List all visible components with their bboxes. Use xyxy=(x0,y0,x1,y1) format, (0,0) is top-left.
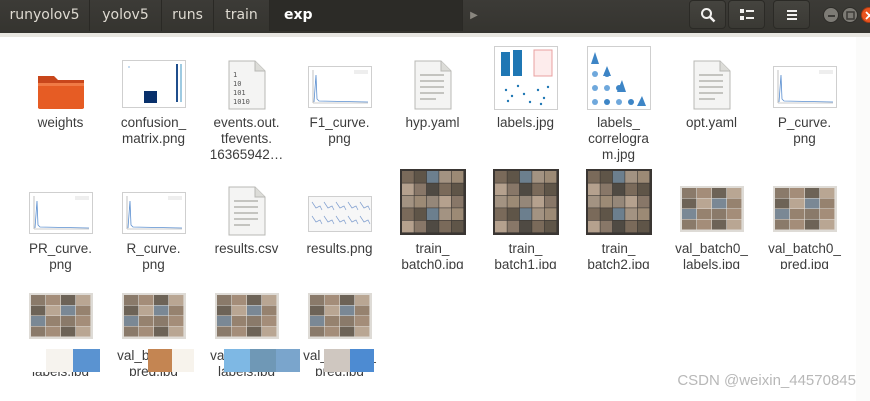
training-batch-thumbnail xyxy=(399,169,466,235)
file-name-label: val_batch0_ labels.jpg xyxy=(675,241,748,269)
validation-batch-thumbnail xyxy=(214,293,279,339)
file-name-label: labels_ correlogra m.jpg xyxy=(588,115,649,162)
minimize-button[interactable] xyxy=(823,7,839,23)
file-item[interactable]: train_ batch0.jpg xyxy=(386,168,479,288)
search-button[interactable] xyxy=(689,0,726,29)
file-item[interactable]: weights xyxy=(14,42,107,162)
file-item[interactable]: opt.yaml xyxy=(665,42,758,162)
document-icon xyxy=(228,186,265,236)
menu-button[interactable] xyxy=(773,0,810,29)
thumbnail-strip xyxy=(20,349,46,372)
file-item[interactable]: train_ batch2.jpg xyxy=(572,168,665,288)
file-item[interactable]: train_ batch1.jpg xyxy=(479,168,572,288)
thumbnail-strip xyxy=(250,349,276,372)
thumbnail-strip xyxy=(276,349,300,372)
file-name-label: hyp.yaml xyxy=(405,115,460,130)
thumbnail-strip xyxy=(148,349,172,372)
header-bar: runyolov5 yolov5 runs train exp ▶ xyxy=(0,0,870,33)
validation-batch-thumbnail xyxy=(679,186,744,232)
document-icon xyxy=(693,60,730,110)
validation-batch-thumbnail xyxy=(307,293,372,339)
vertical-scrollbar[interactable] xyxy=(856,37,870,401)
file-item[interactable]: results.png xyxy=(293,168,386,288)
file-item[interactable]: confusion_ matrix.png xyxy=(107,42,200,162)
svg-text:1: 1 xyxy=(233,71,237,79)
file-item[interactable]: 1 10 101 1010 events.out. tfevents. 1636… xyxy=(200,42,293,162)
close-icon xyxy=(865,11,870,20)
curve-plot-thumbnail xyxy=(307,66,372,108)
file-name-label: F1_curve. png xyxy=(309,115,370,146)
file-grid: weights confusion_ matrix.png 1 10 101 1… xyxy=(0,33,870,401)
file-name-label: R_curve. png xyxy=(126,241,181,272)
file-name-label: val_batch0_ pred.jpg xyxy=(768,241,841,269)
file-name-label: train_ batch0.jpg xyxy=(401,241,464,269)
file-item[interactable]: val_batch1_ labels.jpg xyxy=(14,275,107,395)
curve-plot-thumbnail xyxy=(28,192,93,234)
document-icon: 1 10 101 1010 xyxy=(228,60,265,110)
folder-icon xyxy=(37,76,84,109)
breadcrumb-train[interactable]: train xyxy=(214,0,270,31)
thumbnail-strip xyxy=(224,349,250,372)
watermark: CSDN @weixin_44570845 xyxy=(677,372,856,389)
results-plot-thumbnail xyxy=(307,196,372,232)
hamburger-menu-icon xyxy=(787,10,797,20)
svg-text:10: 10 xyxy=(233,80,241,88)
file-item[interactable]: val_batch2_ pred.jpg xyxy=(293,275,386,395)
file-item[interactable]: hyp.yaml xyxy=(386,42,479,162)
document-icon xyxy=(414,60,451,110)
maximize-button[interactable] xyxy=(842,7,858,23)
close-button[interactable] xyxy=(861,7,870,23)
labels-plot-thumbnail xyxy=(493,46,558,110)
file-name-label: events.out. tfevents. 16365942… xyxy=(209,115,284,162)
file-name-label: P_curve. png xyxy=(777,115,832,146)
view-toggle-button[interactable] xyxy=(728,0,765,29)
validation-batch-thumbnail xyxy=(28,293,93,339)
curve-plot-thumbnail xyxy=(772,66,837,108)
toolbar-divider xyxy=(0,33,870,37)
thumbnail-strip xyxy=(350,349,374,372)
file-name-label: PR_curve. png xyxy=(28,241,93,272)
file-name-label: results.png xyxy=(306,241,373,256)
file-item[interactable]: P_curve. png xyxy=(758,42,851,162)
file-name-label: weights xyxy=(37,115,84,130)
file-item[interactable]: results.csv xyxy=(200,168,293,288)
file-item[interactable]: val_batch2_ labels.jpg xyxy=(200,275,293,395)
validation-batch-thumbnail xyxy=(121,293,186,339)
svg-text:101: 101 xyxy=(233,89,246,97)
breadcrumb-exp[interactable]: exp xyxy=(270,0,463,31)
confusion-matrix-thumbnail xyxy=(121,60,186,108)
file-item[interactable]: val_batch0_ pred.jpg xyxy=(758,168,851,288)
file-item[interactable]: PR_curve. png xyxy=(14,168,107,288)
view-toggle-icon xyxy=(740,9,754,20)
minimize-icon xyxy=(828,15,835,17)
breadcrumb-yolov5[interactable]: yolov5 xyxy=(90,0,162,31)
file-item[interactable]: F1_curve. png xyxy=(293,42,386,162)
file-item[interactable]: val_batch0_ labels.jpg xyxy=(665,168,758,288)
breadcrumb-runyolov5[interactable]: runyolov5 xyxy=(0,0,90,31)
correlogram-thumbnail xyxy=(586,46,651,110)
file-item[interactable]: labels_ correlogra m.jpg xyxy=(572,42,665,162)
search-icon xyxy=(701,8,716,23)
file-name-label: train_ batch2.jpg xyxy=(587,241,650,269)
thumbnail-strip xyxy=(73,349,100,372)
file-name-label: labels.jpg xyxy=(496,115,555,130)
thumbnail-strip xyxy=(46,349,73,372)
file-name-label: results.csv xyxy=(214,241,279,256)
training-batch-thumbnail xyxy=(492,169,559,235)
thumbnail-strip xyxy=(172,349,194,372)
file-item[interactable]: labels.jpg xyxy=(479,42,572,162)
curve-plot-thumbnail xyxy=(121,192,186,234)
training-batch-thumbnail xyxy=(585,169,652,235)
maximize-icon xyxy=(846,11,855,20)
file-name-label: opt.yaml xyxy=(685,115,738,130)
breadcrumb-runs[interactable]: runs xyxy=(162,0,214,31)
validation-batch-thumbnail xyxy=(772,186,837,232)
svg-text:1010: 1010 xyxy=(233,98,250,106)
file-name-label: train_ batch1.jpg xyxy=(494,241,557,269)
breadcrumb-forward-arrow-icon[interactable]: ▶ xyxy=(463,0,485,31)
file-item[interactable]: R_curve. png xyxy=(107,168,200,288)
file-item[interactable]: val_batch1_ pred.jpg xyxy=(107,275,200,395)
thumbnail-strip xyxy=(324,349,350,372)
file-name-label: confusion_ matrix.png xyxy=(120,115,187,146)
